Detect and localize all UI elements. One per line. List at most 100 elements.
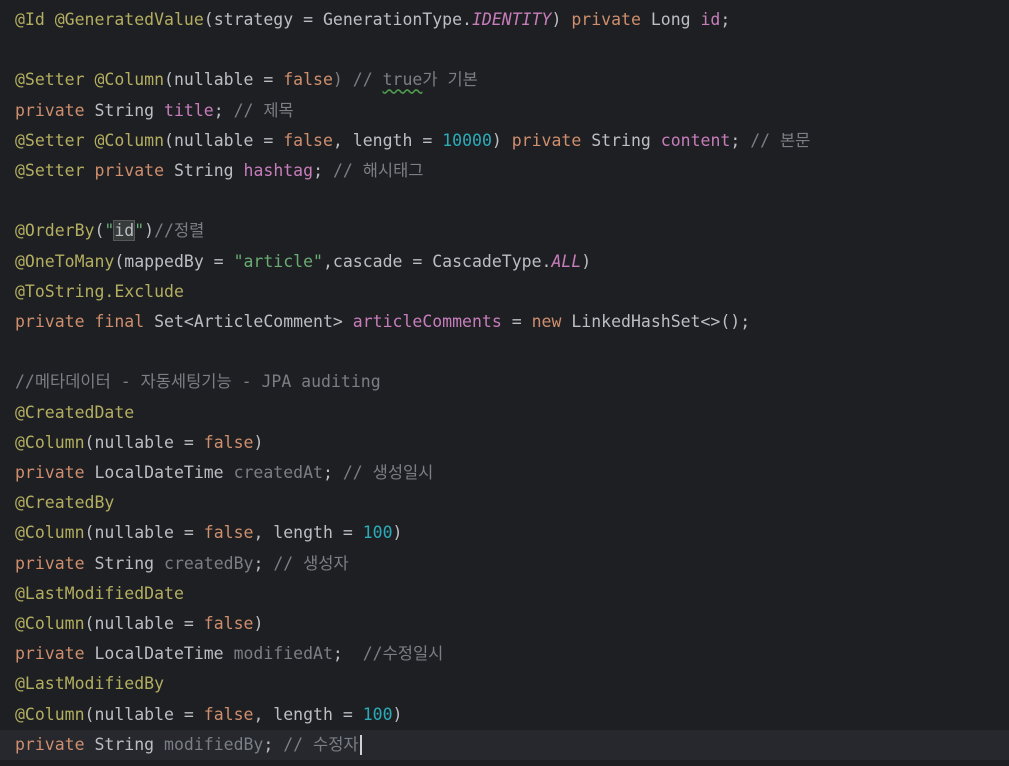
code-token-comment: // 본문 — [750, 130, 811, 150]
code-token-keyword: private — [94, 161, 165, 180]
code-token-annotation: @ToString.Exclude — [15, 281, 184, 301]
code-token-annotation: @Setter — [15, 70, 85, 90]
code-token-annotation: @Setter — [15, 161, 85, 180]
code-token-annotation: @CreatedDate — [15, 402, 135, 422]
code-token-keyword: false — [203, 432, 254, 452]
code-token-plain: ; — [730, 130, 751, 150]
code-token-plain: ) — [491, 130, 512, 150]
code-token-keyword: private — [571, 10, 641, 29]
code-token-comment: //정렬 — [154, 221, 205, 241]
code-line-line-column-modifiedat[interactable]: @Column(nullable = false) — [15, 609, 1009, 639]
code-token-keyword: false — [203, 614, 254, 633]
code-line-line-modifiedat-field[interactable]: private LocalDateTime modifiedAt; //수정일시 — [15, 639, 1009, 669]
code-token-comment: // 수정자 — [283, 734, 359, 754]
code-token-annotation: @CreatedBy — [15, 493, 115, 513]
code-token-string: " — [104, 221, 115, 241]
code-line-line-setter-column[interactable]: @Setter @Column(nullable = false) // tru… — [15, 65, 1009, 95]
code-token-plain: (nullable = — [84, 614, 204, 633]
code-token-comment: //메타데이터 - 자동세팅기능 - JPA auditing — [15, 372, 381, 392]
code-line-blank-2[interactable] — [15, 186, 1009, 216]
code-token-keyword: false — [203, 704, 254, 724]
code-line-line-onetomany[interactable]: @OneToMany(mappedBy = "article",cascade … — [15, 247, 1009, 277]
code-token-plain: ; — [213, 100, 234, 120]
code-token-field: title — [164, 100, 214, 120]
code-token-plain: ; — [263, 734, 284, 754]
code-token-plain: String — [581, 130, 661, 150]
code-token-plain: ; — [332, 644, 363, 664]
code-line-blank-3[interactable] — [15, 337, 1009, 367]
code-token-plain: = — [501, 312, 532, 331]
code-token-annotation: @LastModifiedDate — [15, 583, 184, 603]
code-token-keyword: false — [283, 130, 333, 150]
code-token-annotation: @OrderBy — [15, 221, 95, 241]
code-token-comment: true — [382, 70, 423, 90]
code-token-plain: String — [164, 161, 244, 180]
code-token-annotation: @Column — [94, 70, 165, 90]
code-token-plain: (strategy = GenerationType. — [203, 10, 472, 29]
code-token-annotation: @Column — [15, 614, 85, 633]
code-line-line-content-field[interactable]: @Setter @Column(nullable = false, length… — [15, 126, 1009, 156]
code-token-plain: LocalDateTime — [84, 644, 234, 664]
code-token-comment: // 해시태그 — [332, 161, 424, 180]
code-token-keyword: private — [15, 100, 85, 120]
code-token-plain: ; — [313, 161, 333, 180]
code-line-line-column-createdat[interactable]: @Column(nullable = false) — [15, 428, 1009, 458]
code-token-plain: , length = — [253, 704, 363, 724]
code-token-plain: ) — [392, 523, 403, 543]
code-token-keyword: final — [94, 312, 145, 331]
code-token-plain: ) — [144, 221, 155, 241]
code-line-line-createddate[interactable]: @CreatedDate — [15, 398, 1009, 428]
code-line-line-modifiedby-field[interactable]: private String modifiedBy; // 수정자 — [0, 729, 1009, 760]
code-token-annotation: @LastModifiedBy — [15, 674, 165, 694]
code-token-plain: id — [113, 220, 136, 242]
code-token-plain: String — [84, 553, 165, 573]
code-token-unused: modifiedAt — [233, 644, 333, 664]
code-token-keyword: private — [511, 130, 582, 150]
code-token-keyword: private — [15, 734, 85, 754]
code-line-blank-1[interactable] — [15, 35, 1009, 65]
code-line-line-column-modifiedby[interactable]: @Column(nullable = false, length = 100) — [15, 700, 1009, 730]
code-token-plain: ,cascade = CascadeType. — [322, 251, 552, 271]
code-token-static: IDENTITY — [471, 10, 552, 29]
code-editor[interactable]: @Id @GeneratedValue(strategy = Generatio… — [0, 0, 1009, 766]
code-line-line-lastmodifieddate[interactable]: @LastModifiedDate — [15, 579, 1009, 609]
code-line-line-hashtag-field[interactable]: @Setter private String hashtag; // 해시태그 — [15, 156, 1009, 186]
code-line-line-tostring-exclude[interactable]: @ToString.Exclude — [15, 277, 1009, 307]
code-line-line-lastmodifiedby[interactable]: @LastModifiedBy — [15, 669, 1009, 699]
code-line-line-article-comments[interactable]: private final Set<ArticleComment> articl… — [15, 307, 1009, 337]
code-token-plain: Set<ArticleComment> — [144, 312, 353, 331]
code-token-field: id — [700, 10, 721, 29]
code-line-line-orderby[interactable]: @OrderBy("id")//정렬 — [15, 216, 1009, 246]
code-line-line-id-field[interactable]: @Id @GeneratedValue(strategy = Generatio… — [15, 5, 1009, 35]
code-token-field: articleComments — [352, 312, 502, 331]
code-token-unused: createdAt — [233, 463, 323, 482]
code-line-line-createdat-field[interactable]: private LocalDateTime createdAt; // 생성일시 — [15, 458, 1009, 488]
code-token-plain: ) — [392, 704, 403, 724]
code-token-plain: String — [84, 734, 165, 754]
code-token-number: 100 — [362, 523, 393, 543]
code-token-plain: (mappedBy = — [114, 251, 234, 271]
code-token-plain: (nullable = — [84, 432, 204, 452]
code-token-annotation: @Column — [15, 704, 85, 724]
code-token-plain: ) — [551, 10, 572, 29]
code-line-line-createdby-field[interactable]: private String createdBy; // 생성자 — [15, 549, 1009, 579]
code-token-keyword: private — [15, 553, 85, 573]
code-token-plain: ) — [253, 432, 264, 452]
code-line-line-column-createdby[interactable]: @Column(nullable = false, length = 100) — [15, 518, 1009, 548]
code-token-string: " — [134, 221, 145, 241]
code-line-line-title-field[interactable]: private String title; // 제목 — [15, 96, 1009, 126]
code-token-plain: (nullable = — [84, 523, 204, 543]
code-token-annotation: @Setter — [15, 130, 85, 150]
code-token-plain: ; — [253, 553, 274, 573]
code-line-line-createdby[interactable]: @CreatedBy — [15, 488, 1009, 518]
code-token-comment: 가 기본 — [422, 70, 478, 90]
code-line-line-metadata-comment[interactable]: //메타데이터 - 자동세팅기능 - JPA auditing — [15, 367, 1009, 397]
code-token-keyword: new — [531, 312, 562, 331]
code-token-string: "article" — [233, 251, 323, 271]
code-token-keyword: private — [15, 312, 85, 331]
code-token-keyword: false — [283, 70, 333, 90]
code-token-plain: LocalDateTime — [84, 463, 234, 482]
code-token-keyword: private — [15, 644, 85, 664]
